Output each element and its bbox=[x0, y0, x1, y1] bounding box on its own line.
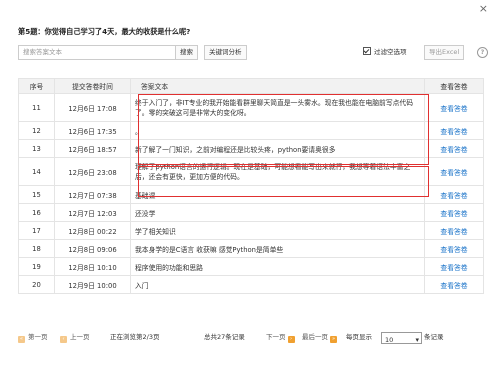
filter-label: 过滤空选项 bbox=[374, 48, 407, 56]
row-time: 12月9日 10:00 bbox=[54, 275, 131, 294]
view-answer-link[interactable]: 查看答卷 bbox=[424, 157, 484, 186]
table-row: 13 12月6日 18:57 新了解了一门知识，之前对编程还是比较头疼，pyth… bbox=[18, 139, 484, 158]
close-icon[interactable]: × bbox=[479, 2, 488, 15]
table-row: 12 12月6日 17:35 。 查看答卷 bbox=[18, 121, 484, 140]
view-answer-link[interactable]: 查看答卷 bbox=[424, 203, 484, 222]
answers-table: 序号 提交答卷时间 答案文本 查看答卷 11 12月6日 17:08 终于入门了… bbox=[18, 78, 484, 294]
row-no: 13 bbox=[18, 139, 55, 158]
checkbox-icon[interactable] bbox=[363, 47, 371, 55]
header-time: 提交答卷时间 bbox=[54, 78, 131, 94]
per-page-select[interactable]: 10 bbox=[378, 331, 425, 347]
view-answer-link[interactable]: 查看答卷 bbox=[424, 121, 484, 140]
row-no: 16 bbox=[18, 203, 55, 222]
row-time: 12月8日 10:10 bbox=[54, 257, 131, 276]
table-row: 14 12月6日 23:08 理解了python语言的运行逻辑。现在是基础，可能… bbox=[18, 157, 484, 186]
table-row: 15 12月7日 07:38 基础课 查看答卷 bbox=[18, 185, 484, 204]
first-page-link[interactable]: «第一页 bbox=[18, 330, 48, 344]
row-time: 12月8日 00:22 bbox=[54, 221, 131, 240]
per-page-unit: 条记录 bbox=[424, 333, 444, 341]
row-no: 11 bbox=[18, 93, 55, 122]
export-excel-button[interactable]: 导出Excel bbox=[424, 45, 465, 60]
toolbar: 搜索答案文本 搜索 关键词分析 过滤空选项 导出Excel ? bbox=[18, 45, 488, 60]
next-page-label: 下一页 bbox=[266, 333, 286, 341]
next-page-link[interactable]: 下一页 › bbox=[266, 330, 295, 344]
row-answer: 基础课 bbox=[130, 185, 425, 204]
row-answer: 。 bbox=[130, 121, 425, 140]
row-answer: 程序使用的功能和思路 bbox=[130, 257, 425, 276]
row-answer: 还没学 bbox=[130, 203, 425, 222]
header-answer: 答案文本 bbox=[130, 78, 425, 94]
first-page-icon: « bbox=[18, 336, 25, 343]
row-time: 12月7日 12:03 bbox=[54, 203, 131, 222]
row-time: 12月6日 17:08 bbox=[54, 93, 131, 122]
row-time: 12月6日 23:08 bbox=[54, 157, 131, 186]
row-no: 18 bbox=[18, 239, 55, 258]
total-records: 总共27条记录 bbox=[204, 333, 245, 341]
view-answer-link[interactable]: 查看答卷 bbox=[424, 93, 484, 122]
row-no: 14 bbox=[18, 157, 55, 186]
first-page-label: 第一页 bbox=[28, 333, 48, 341]
row-answer: 新了解了一门知识，之前对编程还是比较头疼，python要请奥很多 bbox=[130, 139, 425, 158]
row-no: 20 bbox=[18, 275, 55, 294]
prev-page-label: 上一页 bbox=[70, 333, 90, 341]
per-page-value: 10 bbox=[381, 332, 422, 347]
row-answer: 入门 bbox=[130, 275, 425, 294]
search-input[interactable]: 搜索答案文本 bbox=[18, 45, 176, 60]
row-no: 17 bbox=[18, 221, 55, 240]
row-time: 12月6日 17:35 bbox=[54, 121, 131, 140]
last-page-icon: » bbox=[330, 336, 337, 343]
row-time: 12月8日 09:06 bbox=[54, 239, 131, 258]
table-row: 17 12月8日 00:22 学了相关知识 查看答卷 bbox=[18, 221, 484, 240]
table-row: 20 12月9日 10:00 入门 查看答卷 bbox=[18, 275, 484, 294]
row-answer: 终于入门了，非IT专业的我开始能看群里聊天简直是一头雾水。现在我也能在电脑前写点… bbox=[130, 93, 425, 122]
per-page-label: 每页显示 bbox=[346, 333, 372, 341]
row-no: 19 bbox=[18, 257, 55, 276]
view-answer-link[interactable]: 查看答卷 bbox=[424, 257, 484, 276]
table-row: 11 12月6日 17:08 终于入门了，非IT专业的我开始能看群里聊天简直是一… bbox=[18, 93, 484, 122]
help-icon[interactable]: ? bbox=[477, 47, 488, 58]
question-title: 第5题：你觉得自己学习了4天，最大的收获是什么呢? bbox=[18, 27, 191, 36]
filter-empty-option[interactable]: 过滤空选项 bbox=[363, 45, 407, 60]
row-answer: 我本身学的是C语言 收获嘛 感觉Python是简单些 bbox=[130, 239, 425, 258]
row-no: 12 bbox=[18, 121, 55, 140]
header-view: 查看答卷 bbox=[424, 78, 484, 94]
view-answer-link[interactable]: 查看答卷 bbox=[424, 275, 484, 294]
row-no: 15 bbox=[18, 185, 55, 204]
keyword-analysis-button[interactable]: 关键词分析 bbox=[204, 45, 247, 60]
answer-text: 理解了python语言的运行逻辑。现在是基础，可能想看能写出来就行，我想等着语法… bbox=[135, 162, 411, 181]
row-answer: 理解了python语言的运行逻辑。现在是基础，可能想看能写出来就行，我想等着语法… bbox=[130, 157, 425, 186]
table-header-row: 序号 提交答卷时间 答案文本 查看答卷 bbox=[18, 78, 484, 94]
row-time: 12月6日 18:57 bbox=[54, 139, 131, 158]
table-row: 19 12月8日 10:10 程序使用的功能和思路 查看答卷 bbox=[18, 257, 484, 276]
view-answer-link[interactable]: 查看答卷 bbox=[424, 139, 484, 158]
header-no: 序号 bbox=[18, 78, 55, 94]
table-row: 18 12月8日 09:06 我本身学的是C语言 收获嘛 感觉Python是简单… bbox=[18, 239, 484, 258]
view-answer-link[interactable]: 查看答卷 bbox=[424, 239, 484, 258]
view-answer-link[interactable]: 查看答卷 bbox=[424, 221, 484, 240]
row-answer: 学了相关知识 bbox=[130, 221, 425, 240]
prev-page-icon: ‹ bbox=[60, 336, 67, 343]
last-page-label: 最后一页 bbox=[302, 333, 328, 341]
prev-page-link[interactable]: ‹ 上一页 bbox=[60, 330, 90, 344]
view-answer-link[interactable]: 查看答卷 bbox=[424, 185, 484, 204]
table-row: 16 12月7日 12:03 还没学 查看答卷 bbox=[18, 203, 484, 222]
pagination: «第一页 ‹ 上一页 正在浏览第2/3页 总共27条记录 下一页 › 最后一页» 每… bbox=[18, 330, 484, 347]
row-time: 12月7日 07:38 bbox=[54, 185, 131, 204]
answer-text: 终于入门了，非IT专业的我开始能看群里聊天简直是一头雾水。现在我也能在电脑前写点… bbox=[135, 98, 414, 117]
page-status: 正在浏览第2/3页 bbox=[110, 333, 160, 341]
next-page-icon: › bbox=[287, 336, 295, 343]
last-page-link[interactable]: 最后一页» bbox=[302, 330, 337, 344]
search-button[interactable]: 搜索 bbox=[175, 45, 198, 60]
